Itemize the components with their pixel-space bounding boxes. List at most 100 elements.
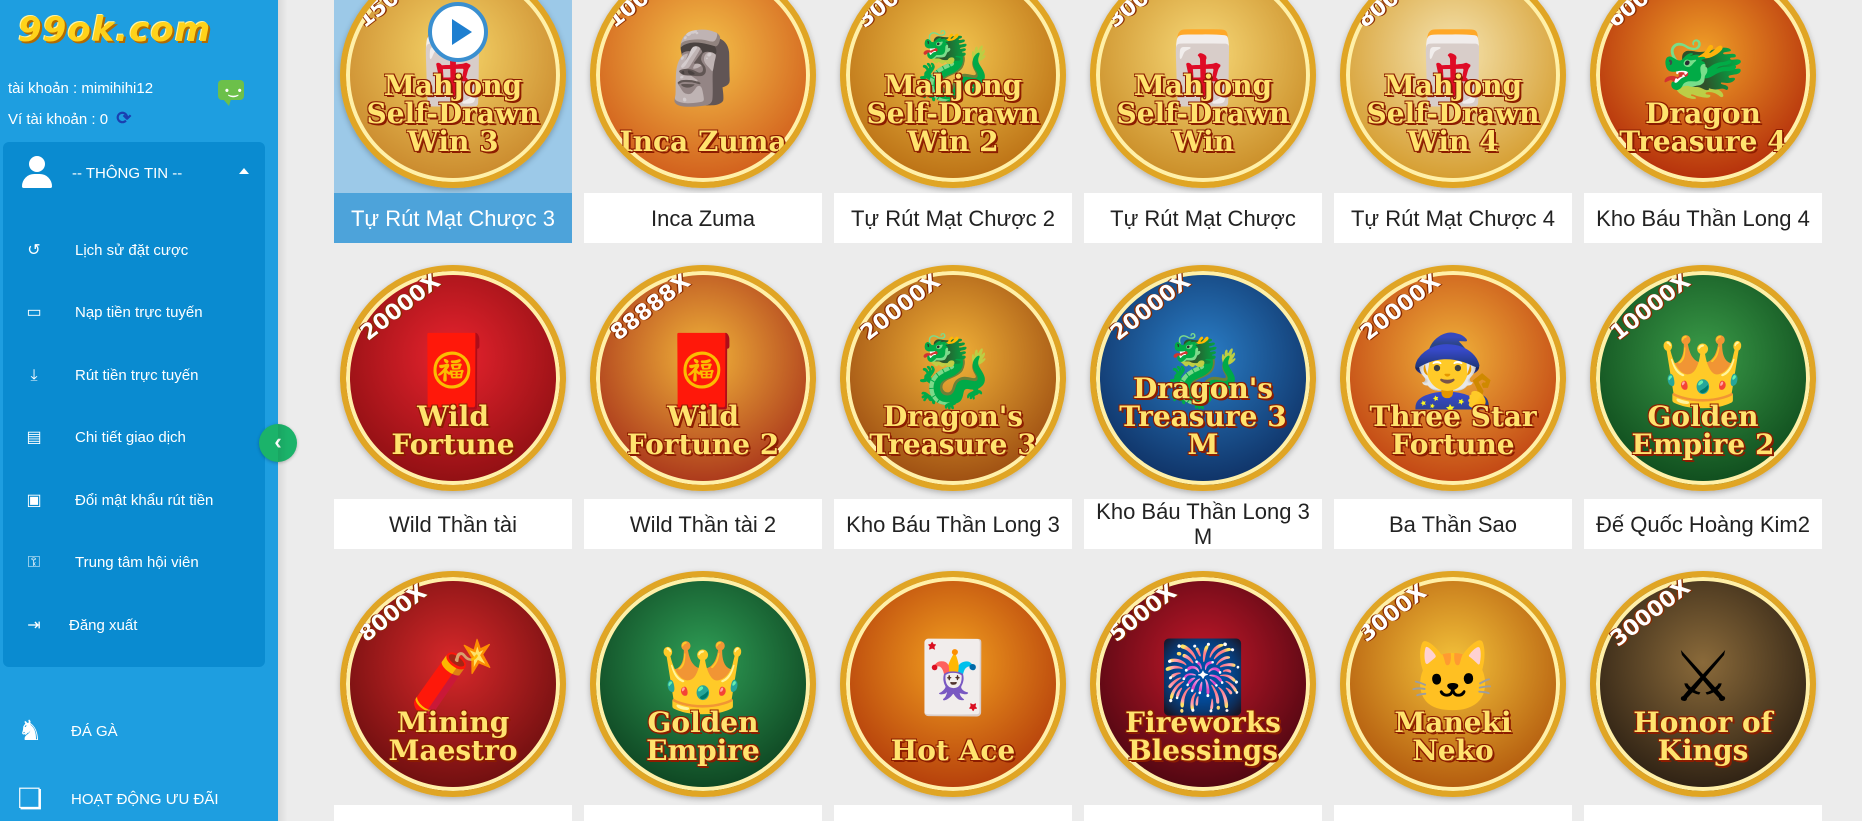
game-caption[interactable]: Ba Thần Sao xyxy=(1334,499,1572,549)
game-thumbnail[interactable]: 20000X 🧧 Wild Fortune xyxy=(334,259,572,497)
game-mascot-icon: 🎆 xyxy=(1159,637,1247,716)
game-art-title: Three Star Fortune xyxy=(1369,400,1537,461)
game-caption[interactable]: Tự Rút Mạt Chược xyxy=(1084,193,1322,243)
game-thumbnail[interactable]: 20000X 🐉 Dragon's Treasure 3 xyxy=(834,259,1072,497)
game-thumbnail[interactable]: 6000 🐲 Dragon Treasure 4 xyxy=(1584,0,1822,194)
game-caption[interactable]: Wild Thần tài xyxy=(334,499,572,549)
wallet-balance: Ví tài khoản : 0 xyxy=(8,111,109,128)
menu-item-change-password[interactable]: ▣ Đổi mật khẩu rút tiền xyxy=(3,476,265,526)
game-art-title: Mahjong Self-Drawn Win 4 xyxy=(1366,69,1540,158)
menu-item-bet-history[interactable]: ↺ Lịch sử đặt cược xyxy=(3,226,265,276)
nav-label: HOẠT ĐỘNG ƯU ĐÃI xyxy=(71,791,219,808)
wallet-icon: ▭ xyxy=(26,304,42,321)
game-mascot-icon: 🐉 xyxy=(909,331,997,410)
game-art: 10000X 👑 Golden Empire 2 xyxy=(1590,265,1816,491)
game-mascot-icon: 🗿 xyxy=(659,28,747,107)
game-thumbnail[interactable]: 5000X 🎆 Fireworks Blessings xyxy=(1084,565,1322,803)
game-mascot-icon: 👑 xyxy=(659,637,747,716)
game-art: 🃏 Hot Ace xyxy=(840,571,1066,797)
refresh-icon[interactable]: ⟳ xyxy=(116,108,131,129)
clipboard-icon: ▤ xyxy=(26,429,42,446)
game-thumbnail[interactable]: 1500 🀄 Mahjong Self-Drawn Win 3 xyxy=(334,0,572,194)
game-caption[interactable] xyxy=(334,805,572,821)
password-card-icon: ▣ xyxy=(26,492,42,509)
game-art-title: Golden Empire 2 xyxy=(1631,400,1775,461)
info-menu-title: -- THÔNG TIN -- xyxy=(72,165,183,182)
game-art-title: Mahjong Self-Drawn Win 3 xyxy=(366,69,540,158)
game-caption[interactable]: Tự Rút Mạt Chược 4 xyxy=(1334,193,1572,243)
game-art-title: Honor of Kings xyxy=(1633,706,1773,767)
game-art: 8000 🀄 Mahjong Self-Drawn Win 4 xyxy=(1340,0,1566,188)
game-thumbnail[interactable]: 20000X 🧙 Three Star Fortune xyxy=(1334,259,1572,497)
game-art-title: Wild Fortune xyxy=(391,400,515,461)
game-art-title: Mining Maestro xyxy=(388,706,518,767)
game-caption[interactable]: Kho Báu Thần Long 4 xyxy=(1584,193,1822,243)
game-art-title: Fireworks Blessings xyxy=(1125,706,1281,767)
game-caption[interactable]: Kho Báu Thần Long 3 xyxy=(834,499,1072,549)
game-thumbnail[interactable]: 8000X 🧨 Mining Maestro xyxy=(334,565,572,803)
chevron-up-icon xyxy=(239,168,249,174)
game-mascot-icon: 🧧 xyxy=(409,331,497,410)
game-art-title: Dragon Treasure 4 xyxy=(1619,97,1787,158)
info-menu-header[interactable]: -- THÔNG TIN -- xyxy=(3,142,265,204)
menu-item-label: Đăng xuất xyxy=(69,617,138,634)
game-art-title: Hot Ace xyxy=(890,734,1016,767)
game-art: 30000X ⚔ Honor of Kings xyxy=(1590,571,1816,797)
game-thumbnail[interactable]: 10000X 👑 Golden Empire 2 xyxy=(1584,259,1822,497)
withdraw-icon: ⤓ xyxy=(30,367,38,384)
info-menu-panel: -- THÔNG TIN -- ↺ Lịch sử đặt cược ▭ Nạp… xyxy=(3,142,265,667)
nav-label: ĐÁ GÀ xyxy=(71,723,118,740)
game-art-title: Mahjong Self-Drawn Win xyxy=(1116,69,1290,158)
app-window: 99ok.com tài khoản : mimihihi12 Ví tài k… xyxy=(0,0,1862,821)
game-thumbnail[interactable]: 3000 🀄 Mahjong Self-Drawn Win xyxy=(1084,0,1322,194)
game-art: 20000X 🧧 Wild Fortune xyxy=(340,265,566,491)
play-icon[interactable] xyxy=(428,2,488,62)
game-art: 20000X 🐉 Dragon's Treasure 3 M xyxy=(1090,265,1316,491)
game-grid: 1500 🀄 Mahjong Self-Drawn Win 3 Tự Rút Mạt … xyxy=(334,0,1824,821)
chat-icon[interactable]: •‿• xyxy=(218,80,244,106)
nav-cockfight[interactable]: ♞ ĐÁ GÀ xyxy=(0,703,278,763)
game-thumbnail[interactable]: 3000X 🐱 Maneki Neko xyxy=(1334,565,1572,803)
game-art: 👑 Golden Empire xyxy=(590,571,816,797)
game-caption[interactable] xyxy=(1584,805,1822,821)
game-caption[interactable]: Inca Zuma xyxy=(584,193,822,243)
game-caption[interactable] xyxy=(834,805,1072,821)
menu-item-label: Trung tâm hội viên xyxy=(75,554,199,571)
game-caption[interactable]: Wild Thần tài 2 xyxy=(584,499,822,549)
game-caption[interactable]: Đế Quốc Hoàng Kim2 xyxy=(1584,499,1822,549)
menu-item-label: Chi tiết giao dịch xyxy=(75,429,186,446)
game-caption[interactable]: Tự Rút Mạt Chược 2 xyxy=(834,193,1072,243)
game-art: 6000 🐲 Dragon Treasure 4 xyxy=(1590,0,1816,188)
site-logo[interactable]: 99ok.com xyxy=(18,10,211,50)
game-caption[interactable]: Kho Báu Thần Long 3 M xyxy=(1084,499,1322,549)
menu-item-label: Rút tiền trực tuyến xyxy=(75,367,199,384)
menu-item-transactions[interactable]: ▤ Chi tiết giao dịch xyxy=(3,413,265,463)
menu-item-deposit[interactable]: ▭ Nạp tiền trực tuyến xyxy=(3,288,265,338)
game-thumbnail[interactable]: 88888X 🧧 Wild Fortune 2 xyxy=(584,259,822,497)
game-caption[interactable] xyxy=(1084,805,1322,821)
game-thumbnail[interactable]: 20000X 🐉 Dragon's Treasure 3 M xyxy=(1084,259,1322,497)
menu-item-label: Nạp tiền trực tuyến xyxy=(75,304,203,321)
game-art-title: Golden Empire xyxy=(646,706,760,767)
history-icon: ↺ xyxy=(27,242,41,259)
game-thumbnail[interactable]: 8000 🀄 Mahjong Self-Drawn Win 4 xyxy=(1334,0,1572,194)
game-thumbnail[interactable]: 3000 🐉 Mahjong Self-Drawn Win 2 xyxy=(834,0,1072,194)
game-caption[interactable] xyxy=(1334,805,1572,821)
game-mascot-icon: 🐱 xyxy=(1409,637,1497,716)
menu-item-withdraw[interactable]: ⤓ Rút tiền trực tuyến xyxy=(3,351,265,401)
game-caption[interactable]: Tự Rút Mạt Chược 3 xyxy=(334,193,572,243)
account-username: tài khoản : mimihihi12 xyxy=(8,80,154,97)
game-art: 3000 🀄 Mahjong Self-Drawn Win xyxy=(1090,0,1316,188)
rooster-icon: ♞ xyxy=(17,715,43,746)
game-caption[interactable] xyxy=(584,805,822,821)
game-art: 3000X 🐱 Maneki Neko xyxy=(1340,571,1566,797)
game-thumbnail[interactable]: 🃏 Hot Ace xyxy=(834,565,1072,803)
menu-item-logout[interactable]: ⇥ Đăng xuất xyxy=(3,601,265,651)
game-thumbnail[interactable]: 👑 Golden Empire xyxy=(584,565,822,803)
game-thumbnail[interactable]: 30000X ⚔ Honor of Kings xyxy=(1584,565,1822,803)
game-art: 20000X 🐉 Dragon's Treasure 3 xyxy=(840,265,1066,491)
menu-item-member-center[interactable]: ⚿ Trung tâm hội viên xyxy=(3,538,265,588)
game-thumbnail[interactable]: 1000 🗿 Inca Zuma xyxy=(584,0,822,194)
nav-promotions[interactable]: ❏ HOẠT ĐỘNG ƯU ĐÃI xyxy=(0,771,278,821)
game-mascot-icon: 🧧 xyxy=(659,331,747,410)
